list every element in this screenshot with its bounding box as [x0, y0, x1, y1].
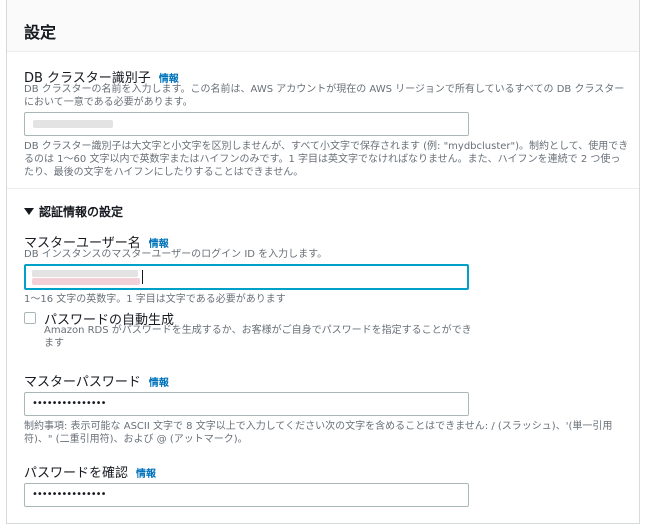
- master-password-value: •••••••••••••••: [32, 398, 106, 409]
- collapse-triangle-icon[interactable]: [24, 208, 34, 215]
- confirm-password-info-link[interactable]: 情報: [136, 469, 156, 480]
- redacted-value: [33, 120, 113, 128]
- master-password-input[interactable]: •••••••••••••••: [24, 392, 469, 416]
- confirm-password-label: パスワードを確認 情報: [24, 462, 156, 481]
- auto-password-description: Amazon RDS がパスワードを生成するか、お客様がご自身でパスワードを指定…: [44, 324, 472, 350]
- panel-title: 設定: [24, 23, 57, 42]
- cluster-id-hint-line-2: るのは 1〜60 文字以内で英数字またはハイフンのみです。1 字目は英文字でなけ…: [24, 154, 621, 165]
- master-user-description: DB インスタンスのマスターユーザーのログイン ID を入力します。: [24, 249, 328, 260]
- master-user-input[interactable]: [24, 264, 469, 290]
- cluster-id-desc-line-1: DB クラスターの名前を入力します。この名前は、AWS アカウントが現在の AW…: [24, 84, 625, 95]
- master-password-label: マスターパスワード 情報: [24, 371, 169, 390]
- auto-password-checkbox[interactable]: [24, 312, 36, 324]
- confirm-password-value: •••••••••••••••: [32, 489, 106, 500]
- cluster-id-constraints: DB クラスター識別子は大文字と小文字を区別しませんが、すべて小文字で保存されま…: [24, 140, 628, 179]
- section-divider: [7, 188, 639, 189]
- auto-password-desc-line-2: ます: [44, 338, 64, 349]
- master-password-constraints: 制約事項: 表示可能な ASCII 文字で 8 文字以上で入力してください次の文…: [24, 420, 612, 446]
- redacted-value: [32, 270, 138, 277]
- panel-header: 設定: [7, 0, 639, 52]
- master-user-constraints: 1〜16 文字の英数字。1 字目は文字である必要があります: [24, 294, 286, 305]
- cluster-id-hint-line-1: DB クラスター識別子は大文字と小文字を区別しませんが、すべて小文字で保存されま…: [24, 141, 629, 152]
- master-password-hint-line-1: 制約事項: 表示可能な ASCII 文字で 8 文字以上で入力してください次の文…: [24, 421, 613, 432]
- master-password-label-text: マスターパスワード: [24, 375, 141, 390]
- settings-panel: 設定 DB クラスター識別子 情報 DB クラスターの名前を入力します。この名前は…: [6, 0, 640, 524]
- auto-password-desc-line-1: Amazon RDS がパスワードを生成するか、お客様がご自身でパスワードを指定…: [44, 325, 472, 336]
- text-caret: [142, 270, 143, 284]
- redacted-value-highlight: [32, 278, 140, 285]
- cluster-id-description: DB クラスターの名前を入力します。この名前は、AWS アカウントが現在の AW…: [24, 83, 624, 109]
- master-password-hint-line-2: 符)、" (二重引用符)、および @ (アットマーク)。: [24, 434, 248, 445]
- cluster-id-hint-line-3: たり、最後の文字をハイフンにしたりすることはできません。: [24, 167, 304, 178]
- confirm-password-input[interactable]: •••••••••••••••: [24, 483, 469, 507]
- master-password-info-link[interactable]: 情報: [149, 378, 169, 389]
- confirm-password-label-text: パスワードを確認: [24, 466, 129, 481]
- cluster-id-desc-line-2: において一意である必要があります。: [24, 97, 193, 108]
- cluster-id-input[interactable]: [24, 112, 469, 136]
- credentials-section-title[interactable]: 認証情報の設定: [39, 203, 123, 220]
